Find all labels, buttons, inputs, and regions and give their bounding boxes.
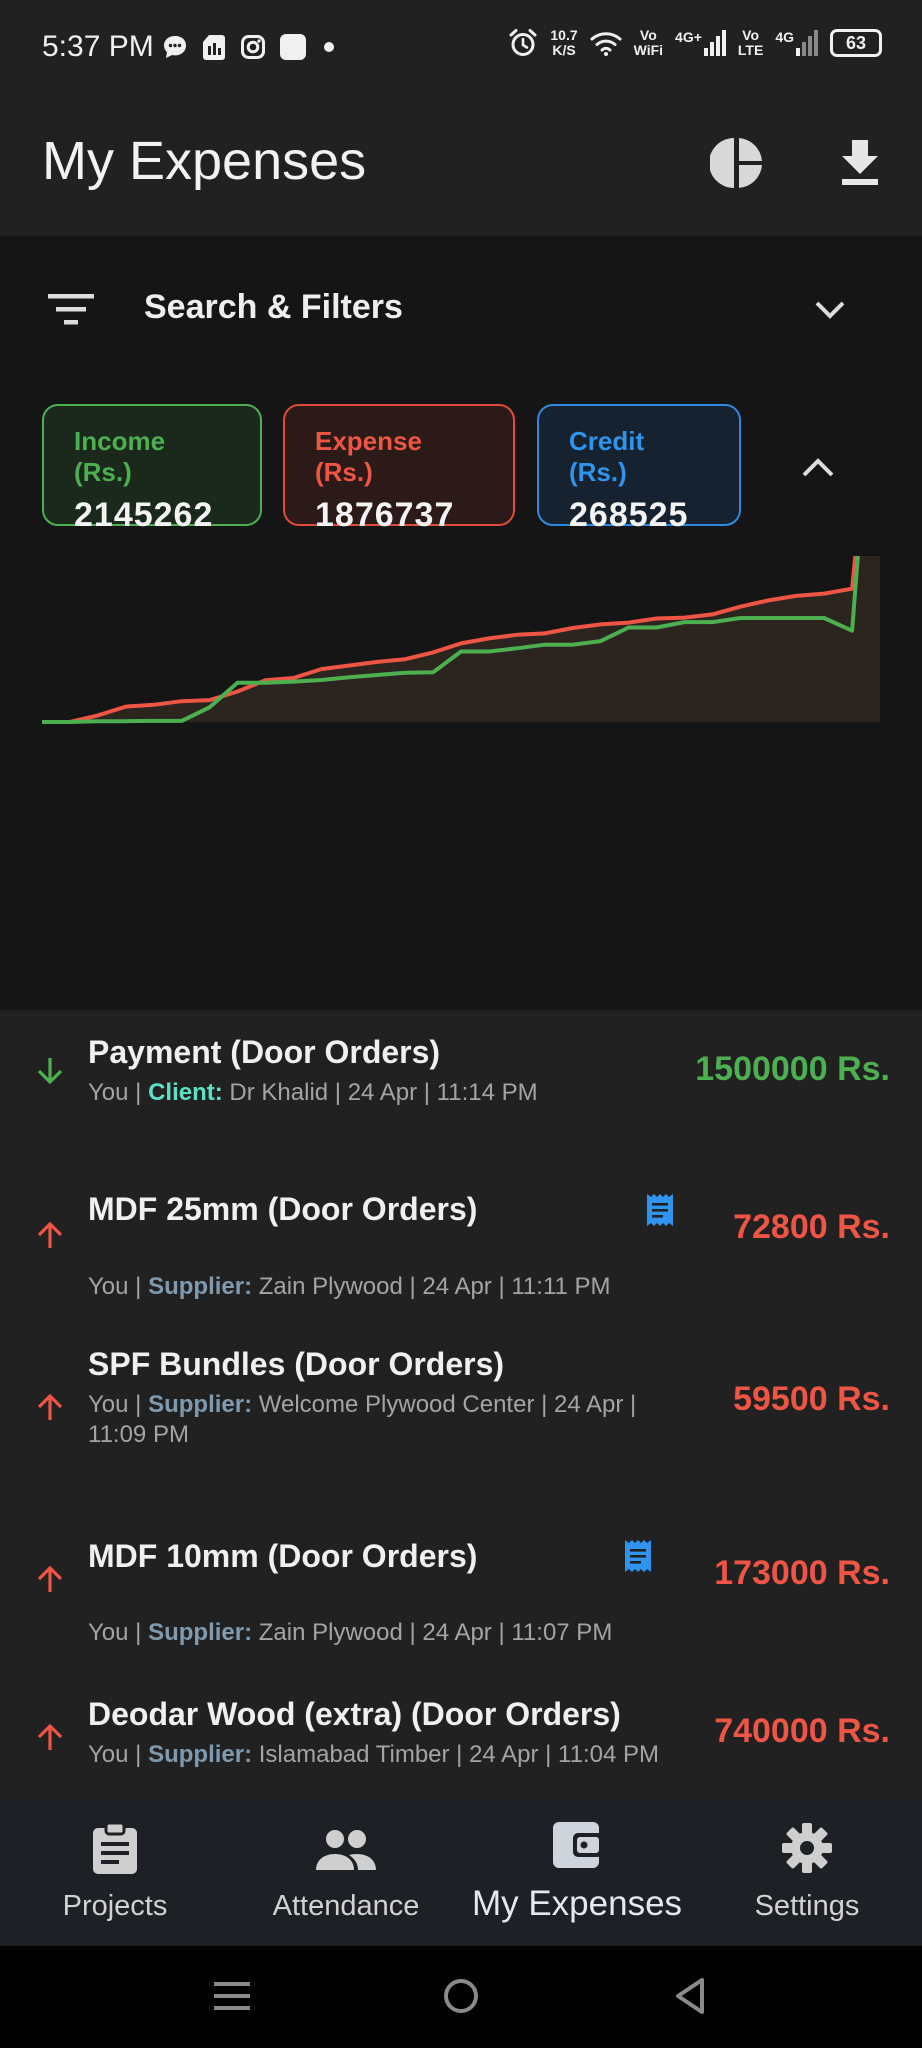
transaction-row[interactable]: SPF Bundles (Door Orders) You | Supplier…	[0, 1310, 922, 1490]
status-bar: 5:37 PM 10.7 K/S Vo WiFi 4G+ Vo LTE 4G 6	[0, 0, 922, 100]
nav-attendance[interactable]: Attendance	[230, 1798, 462, 1946]
signal-1: 4G+	[675, 30, 726, 56]
signal-bars-icon	[703, 30, 726, 56]
income-summary-card: Income (Rs.) 2145262	[42, 404, 262, 534]
search-filters-label: Search & Filters	[144, 288, 403, 326]
chat-bubble-icon	[164, 36, 186, 58]
income-expense-trend-chart	[42, 556, 880, 724]
receipt-icon[interactable]	[644, 1192, 676, 1228]
volte-label: Vo LTE	[737, 27, 764, 58]
transaction-meta: You | Supplier: Islamabad Timber | 24 Ap…	[88, 1741, 659, 1768]
nav-settings[interactable]: Settings	[692, 1798, 922, 1946]
back-icon[interactable]	[670, 1976, 710, 2016]
transaction-amount: 1500000 Rs.	[695, 1050, 890, 1088]
nav-projects[interactable]: Projects	[0, 1798, 230, 1946]
transaction-title: Deodar Wood (extra) (Door Orders)	[88, 1696, 621, 1732]
chevron-down-icon	[815, 301, 845, 319]
filter-list-icon	[48, 294, 94, 325]
pie-chart-icon[interactable]	[710, 136, 764, 190]
app-bar: My Expenses	[0, 100, 922, 236]
nav-settings-label: Settings	[754, 1890, 860, 1922]
transaction-title: SPF Bundles (Door Orders)	[88, 1346, 505, 1382]
clipboard-icon	[93, 1822, 137, 1874]
transaction-meta: You | Client: Dr Khalid | 24 Apr | 11:14…	[88, 1079, 538, 1106]
signal-2: 4G	[775, 30, 818, 56]
transaction-amount: 740000 Rs.	[714, 1712, 890, 1750]
expense-area	[42, 556, 880, 722]
system-navigation-bar	[0, 1946, 922, 2048]
nav-projects-label: Projects	[62, 1890, 168, 1922]
transaction-list[interactable]: Payment (Door Orders) You | Client: Dr K…	[0, 1010, 922, 1798]
transaction-meta: You | Supplier: Zain Plywood | 24 Apr | …	[88, 1619, 613, 1646]
transaction-title: MDF 25mm (Door Orders)	[88, 1191, 478, 1227]
arrow-up-icon	[37, 1393, 63, 1420]
nav-attendance-label: Attendance	[272, 1890, 420, 1922]
transaction-title: MDF 10mm (Door Orders)	[88, 1538, 478, 1574]
notification-icons	[162, 34, 334, 60]
receipt-icon[interactable]	[622, 1538, 654, 1574]
arrow-up-icon	[37, 1565, 63, 1592]
transaction-row[interactable]: Deodar Wood (extra) (Door Orders) You | …	[0, 1660, 922, 1798]
wallet-icon	[553, 1822, 603, 1868]
wifi-icon	[590, 32, 622, 56]
chevron-up-icon[interactable]	[800, 454, 836, 480]
arrow-up-icon	[37, 1221, 63, 1248]
page-title: My Expenses	[42, 131, 367, 191]
net-speed: 10.7 K/S	[550, 27, 578, 58]
nav-my-expenses[interactable]: My Expenses	[462, 1798, 692, 1946]
battery-icon: 63	[830, 29, 882, 57]
transaction-amount: 173000 Rs.	[714, 1554, 890, 1592]
expense-label: Expense (Rs.)	[315, 426, 422, 487]
income-value: 2145262	[74, 496, 214, 534]
credit-value: 268525	[569, 496, 689, 534]
transaction-row[interactable]: MDF 10mm (Door Orders) You | Supplier: Z…	[0, 1490, 922, 1660]
transaction-row[interactable]: Payment (Door Orders) You | Client: Dr K…	[0, 1010, 922, 1160]
vowifi-label: Vo WiFi	[633, 27, 664, 58]
income-label: Income (Rs.)	[74, 426, 166, 487]
gear-icon	[782, 1823, 832, 1873]
credit-summary-card: Credit (Rs.) 268525	[537, 404, 741, 534]
transaction-meta: You | Supplier: Welcome Plywood Center |…	[88, 1391, 637, 1448]
expenses-summary-panel: Search & Filters Income (Rs.) 2145262 Ex…	[0, 236, 922, 1010]
people-icon	[316, 1830, 376, 1870]
credit-label: Credit (Rs.)	[569, 426, 645, 487]
transaction-row[interactable]: MDF 25mm (Door Orders) You | Supplier: Z…	[0, 1160, 922, 1310]
bottom-navigation: Projects Attendance My Expenses Settings	[0, 1798, 922, 1946]
alarm-icon	[509, 29, 537, 56]
instagram-icon	[241, 35, 265, 59]
expense-summary-card: Expense (Rs.) 1876737	[283, 404, 515, 534]
more-notifications-dot-icon	[324, 42, 334, 52]
signal-bars-weak-icon	[796, 30, 818, 56]
transaction-amount: 59500 Rs.	[733, 1380, 890, 1418]
transaction-meta: You | Supplier: Zain Plywood | 24 Apr | …	[88, 1273, 611, 1300]
home-icon[interactable]	[441, 1976, 481, 2016]
download-icon[interactable]	[838, 138, 882, 186]
sim-card-icon	[203, 35, 225, 60]
nav-my-expenses-label: My Expenses	[471, 1884, 683, 1923]
menu-icon[interactable]	[212, 1976, 252, 2016]
status-right-icons: 10.7 K/S Vo WiFi 4G+ Vo LTE 4G 63	[508, 28, 882, 58]
search-filters-toggle[interactable]: Search & Filters	[0, 236, 922, 382]
arrow-down-icon	[37, 1058, 63, 1085]
status-time: 5:37 PM	[42, 30, 154, 63]
app-notification-icon	[280, 34, 306, 60]
transaction-title: Payment (Door Orders)	[88, 1034, 441, 1070]
expense-value: 1876737	[315, 496, 455, 534]
transaction-amount: 72800 Rs.	[733, 1208, 890, 1246]
arrow-up-icon	[37, 1723, 63, 1750]
